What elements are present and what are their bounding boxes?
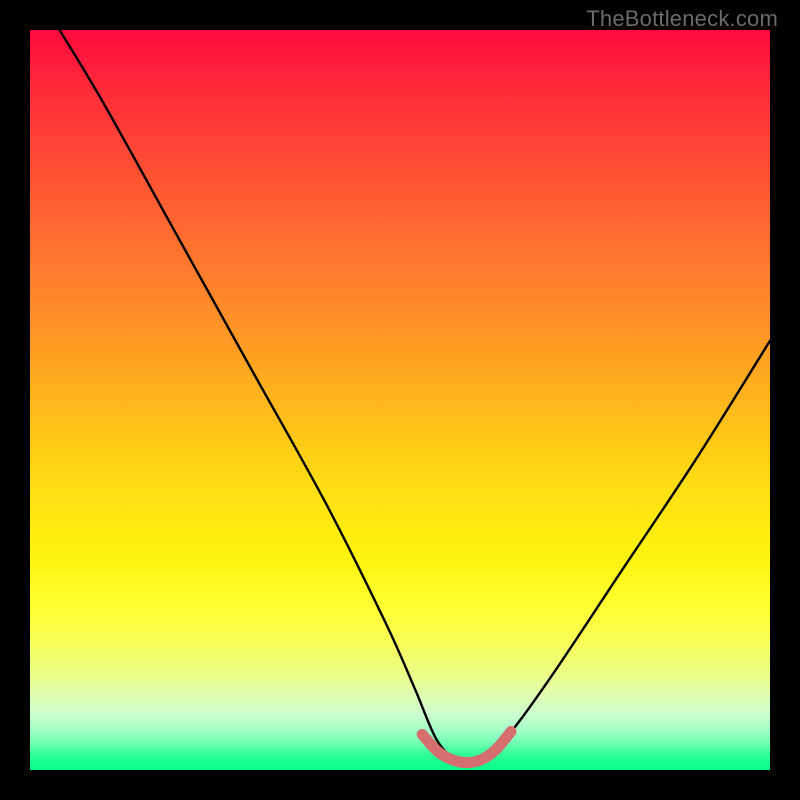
watermark-text: TheBottleneck.com — [586, 6, 778, 32]
plot-area — [30, 30, 770, 770]
chart-frame: TheBottleneck.com — [0, 0, 800, 800]
curve-svg — [30, 30, 770, 770]
bottleneck-curve-path — [60, 30, 770, 765]
